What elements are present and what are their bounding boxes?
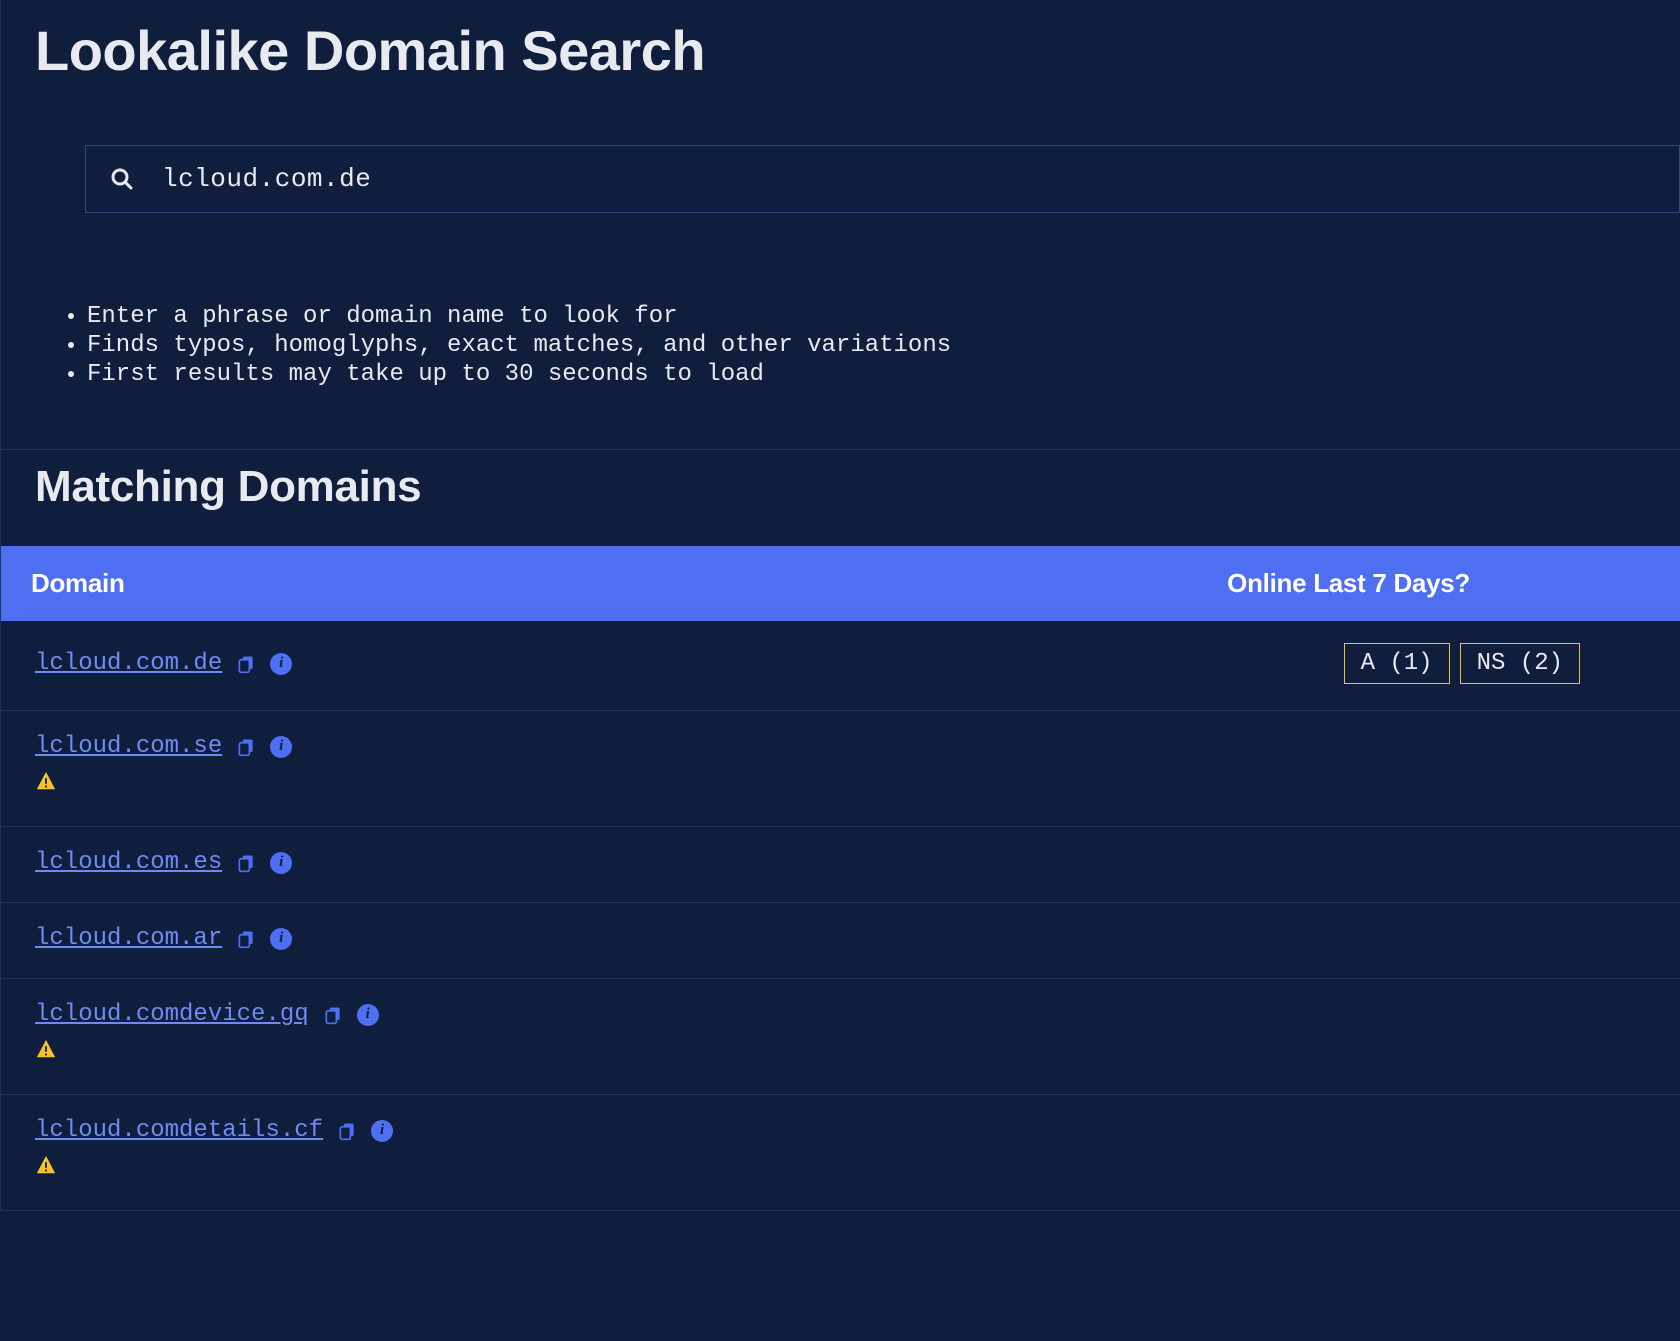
search-box[interactable] xyxy=(85,145,1680,213)
dns-badge[interactable]: A (1) xyxy=(1344,643,1450,684)
copy-icon[interactable] xyxy=(234,735,258,759)
domain-cell: lcloud.com.se i xyxy=(1,711,784,827)
online-cell xyxy=(784,1095,1680,1211)
warning-icon xyxy=(35,1038,57,1060)
online-cell xyxy=(784,827,1680,903)
copy-icon[interactable] xyxy=(321,1003,345,1027)
domain-link[interactable]: lcloud.comdetails.cf xyxy=(35,1117,323,1144)
warning-icon xyxy=(35,1154,57,1176)
col-domain[interactable]: Domain xyxy=(1,546,784,621)
online-cell: A (1)NS (2) xyxy=(784,621,1680,711)
results-title: Matching Domains xyxy=(1,449,1680,522)
copy-icon[interactable] xyxy=(335,1119,359,1143)
hint-item: Finds typos, homoglyphs, exact matches, … xyxy=(87,332,1680,361)
hint-item: Enter a phrase or domain name to look fo… xyxy=(87,303,1680,332)
domain-cell: lcloud.comdevice.gq i xyxy=(1,979,784,1095)
table-row: lcloud.comdetails.cf i xyxy=(1,1095,1680,1211)
page-title: Lookalike Domain Search xyxy=(1,0,1680,83)
info-icon[interactable]: i xyxy=(270,736,292,758)
domain-link[interactable]: lcloud.com.se xyxy=(35,733,222,760)
results-table: Domain Online Last 7 Days? lcloud.com.de… xyxy=(1,546,1680,1211)
copy-icon[interactable] xyxy=(234,851,258,875)
info-icon[interactable]: i xyxy=(371,1120,393,1142)
table-row: lcloud.com.se i xyxy=(1,711,1680,827)
col-online[interactable]: Online Last 7 Days? xyxy=(784,546,1680,621)
domain-cell: lcloud.com.ar i xyxy=(1,903,784,979)
online-cell xyxy=(784,903,1680,979)
table-row: lcloud.com.es i xyxy=(1,827,1680,903)
domain-cell: lcloud.com.es i xyxy=(1,827,784,903)
copy-icon[interactable] xyxy=(234,927,258,951)
copy-icon[interactable] xyxy=(234,652,258,676)
hint-item: First results may take up to 30 seconds … xyxy=(87,361,1680,390)
domain-link[interactable]: lcloud.comdevice.gq xyxy=(35,1001,309,1028)
domain-link[interactable]: lcloud.com.es xyxy=(35,849,222,876)
info-icon[interactable]: i xyxy=(270,852,292,874)
dns-badge[interactable]: NS (2) xyxy=(1460,643,1580,684)
domain-link[interactable]: lcloud.com.ar xyxy=(35,925,222,952)
info-icon[interactable]: i xyxy=(357,1004,379,1026)
table-row: lcloud.com.ar i xyxy=(1,903,1680,979)
domain-link[interactable]: lcloud.com.de xyxy=(35,650,222,677)
warning-icon xyxy=(35,770,57,792)
search-icon xyxy=(110,167,134,191)
online-cell xyxy=(784,711,1680,827)
hints-block: Enter a phrase or domain name to look fo… xyxy=(61,303,1680,389)
info-icon[interactable]: i xyxy=(270,653,292,675)
table-row: lcloud.comdevice.gq i xyxy=(1,979,1680,1095)
search-input[interactable] xyxy=(134,164,1655,194)
domain-cell: lcloud.comdetails.cf i xyxy=(1,1095,784,1211)
table-row: lcloud.com.de i A (1)NS (2) xyxy=(1,621,1680,711)
info-icon[interactable]: i xyxy=(270,928,292,950)
hints-list: Enter a phrase or domain name to look fo… xyxy=(61,303,1680,389)
domain-cell: lcloud.com.de i xyxy=(1,621,784,711)
online-cell xyxy=(784,979,1680,1095)
